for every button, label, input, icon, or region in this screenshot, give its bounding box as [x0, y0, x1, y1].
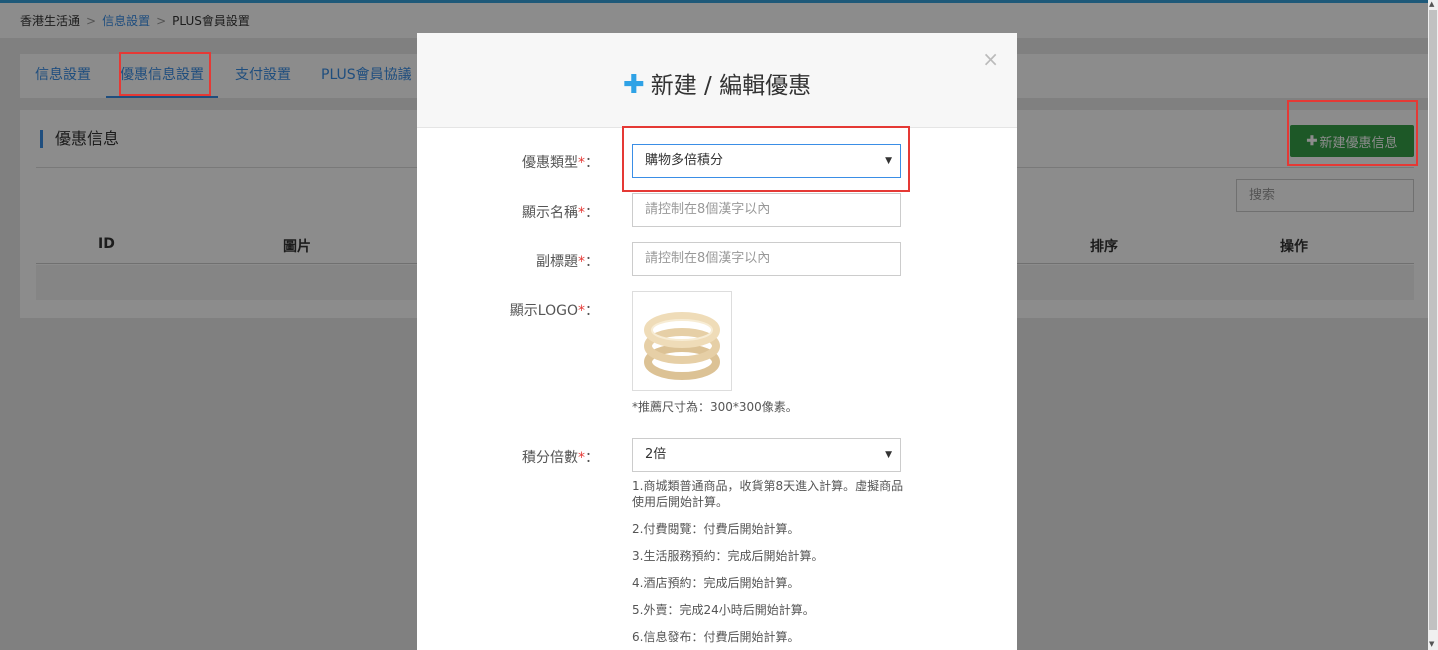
chevron-down-icon: ▼	[885, 450, 892, 460]
rule-note-6: 6.信息發布：付費后開始計算。	[632, 630, 800, 644]
close-icon[interactable]: ×	[982, 47, 999, 71]
offer-type-label: 優惠類型*：	[522, 155, 599, 171]
rule-note-3: 3.生活服務預約：完成后開始計算。	[632, 549, 824, 563]
highlight-offer-type-outline	[622, 126, 910, 192]
logo-label: 顯示LOGO*：	[509, 303, 599, 319]
points-multiplier-select[interactable]: 2倍 ▼	[632, 438, 901, 472]
rule-note-2: 2.付費閱覽：付費后開始計算。	[632, 522, 800, 536]
highlight-new-button-outline	[1287, 100, 1418, 166]
rule-note-5: 5.外賣：完成24小時后開始計算。	[632, 603, 815, 617]
highlight-tab-outline	[119, 52, 211, 96]
display-name-label: 顯示名稱*：	[522, 205, 599, 221]
points-multiplier-value: 2倍	[645, 447, 667, 462]
logo-size-hint: *推薦尺寸為：300*300像素。	[632, 400, 798, 414]
scroll-up-icon[interactable]: ▲	[1429, 0, 1434, 8]
points-multiplier-label: 積分倍數*：	[522, 450, 599, 466]
rule-note-4: 4.酒店預約：完成后開始計算。	[632, 576, 800, 590]
display-name-input[interactable]: 請控制在8個漢字以內	[632, 193, 901, 227]
subtitle-input[interactable]: 請控制在8個漢字以內	[632, 242, 901, 276]
modal-header: ✚ 新建 / 編輯優惠 ×	[417, 33, 1017, 128]
scrollbar-thumb[interactable]	[1429, 10, 1437, 630]
logo-upload[interactable]	[632, 291, 732, 391]
scroll-down-icon[interactable]: ▼	[1429, 640, 1434, 648]
subtitle-label: 副標題*：	[536, 254, 599, 270]
scrollbar[interactable]: ▲ ▼	[1428, 0, 1438, 650]
plus-icon: ✚	[622, 70, 645, 100]
rule-note-1: 1.商城類普通商品，收貨第8天進入計算。虛擬商品使用后開始計算。	[632, 479, 904, 509]
modal-title: ✚ 新建 / 編輯優惠	[417, 66, 1017, 100]
coins-stack-icon	[644, 312, 720, 380]
modal-title-text: 新建 / 編輯優惠	[650, 73, 812, 99]
